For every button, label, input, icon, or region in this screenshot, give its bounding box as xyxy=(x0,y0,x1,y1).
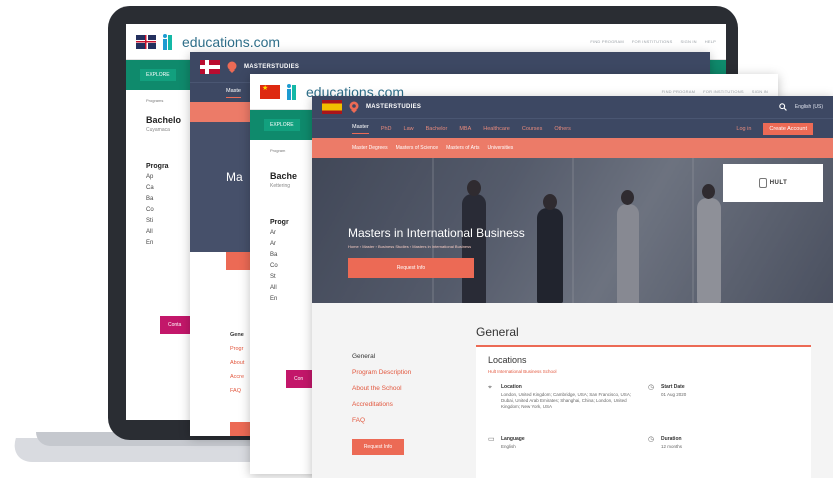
nav-item-mba[interactable]: MBA xyxy=(459,126,471,132)
nav-item-others[interactable]: Others xyxy=(554,126,571,132)
start-date-item: ◷ Start Date 01 Aug 2020 xyxy=(648,384,801,398)
china-flag-icon: ★ xyxy=(260,84,280,99)
location-item: ⌖ Location London, United Kingdom; Cambr… xyxy=(488,384,641,410)
educations-logo-text[interactable]: educations.com xyxy=(182,34,280,50)
locations-grid: ⌖ Location London, United Kingdom; Cambr… xyxy=(488,384,799,474)
locations-title: Locations xyxy=(488,355,527,365)
section-title: General xyxy=(476,325,519,339)
top-link[interactable]: FIND PROGRAM xyxy=(590,39,624,44)
start-date-value: 01 Aug 2020 xyxy=(661,392,687,397)
spain-flag-icon xyxy=(322,100,342,114)
create-account-button[interactable]: Create Account xyxy=(763,122,813,135)
ms-header: MASTERSTUDIES English (US) xyxy=(312,96,833,118)
hero-banner: HULT Masters in International Business H… xyxy=(312,158,833,303)
nav-item-master[interactable]: Master xyxy=(352,124,369,134)
masterstudies-logo-icon xyxy=(227,61,237,73)
norway-flag-icon xyxy=(200,60,220,74)
educations-logo-icon xyxy=(163,33,172,50)
top-link[interactable]: FOR INSTITUTIONS xyxy=(632,39,673,44)
side-nav-item[interactable]: FAQ xyxy=(230,388,244,402)
clock-icon: ◷ xyxy=(648,436,655,443)
login-link[interactable]: Log in xyxy=(736,126,751,132)
school-link[interactable]: Hult International Business School xyxy=(488,369,799,374)
window-masterstudies-es: MASTERSTUDIES English (US) Master PhD La… xyxy=(312,96,833,478)
header-right: English (US) xyxy=(779,103,823,111)
ms-brand[interactable]: MASTERSTUDIES xyxy=(244,64,299,70)
side-nav-item[interactable]: Progr xyxy=(230,346,244,360)
educations-logo-icon xyxy=(287,83,296,100)
school-logo: HULT xyxy=(758,178,788,188)
top-link[interactable]: FOR INSTITUTIONS xyxy=(703,89,744,94)
top-link[interactable]: SIGN IN xyxy=(680,39,696,44)
masterstudies-logo-icon xyxy=(349,101,359,113)
map-pin-icon: ⌖ xyxy=(488,384,492,391)
shield-icon xyxy=(758,178,767,188)
side-nav: Gene Progr About Accre FAQ xyxy=(230,332,244,402)
side-request-info-button[interactable]: Request Info xyxy=(352,439,404,455)
subnav-item[interactable]: Master Degrees xyxy=(352,145,388,151)
subnav-item[interactable]: Masters of Arts xyxy=(446,145,479,151)
side-nav-general[interactable]: General xyxy=(352,353,411,369)
language-icon: ▭ xyxy=(488,436,495,443)
locations-card: Locations Hult International Business Sc… xyxy=(476,347,811,478)
language-value: English xyxy=(501,444,516,449)
language-label: Language xyxy=(501,436,525,442)
school-logo-text: HULT xyxy=(769,180,788,186)
search-icon[interactable] xyxy=(779,103,787,111)
duration-label: Duration xyxy=(661,436,682,442)
side-nav-program-description[interactable]: Program Description xyxy=(352,369,411,385)
subnav-item[interactable]: Masters of Science xyxy=(396,145,439,151)
breadcrumb[interactable]: Home › Master › Business Studies › Maste… xyxy=(348,244,471,249)
top-links: FIND PROGRAM FOR INSTITUTIONS SIGN IN HE… xyxy=(590,39,716,44)
ms-subnav: Master Degrees Masters of Science Master… xyxy=(312,138,833,158)
ms-brand[interactable]: MASTERSTUDIES xyxy=(366,104,421,110)
side-nav-faq[interactable]: FAQ xyxy=(352,417,411,433)
stage: educations.com FIND PROGRAM FOR INSTITUT… xyxy=(0,0,833,478)
nav-item-bachelor[interactable]: Bachelor xyxy=(426,126,448,132)
nav-item-courses[interactable]: Courses xyxy=(522,126,542,132)
side-nav-item[interactable]: Accre xyxy=(230,374,244,388)
content-area: General General Program Description Abou… xyxy=(312,303,833,478)
side-nav-accreditations[interactable]: Accreditations xyxy=(352,401,411,417)
hero-title: Ma xyxy=(226,170,243,184)
side-nav-item[interactable]: About xyxy=(230,360,244,374)
ms-nav: Master PhD Law Bachelor MBA Healthcare C… xyxy=(312,118,833,138)
language-item: ▭ Language English xyxy=(488,436,641,450)
language-selector[interactable]: English (US) xyxy=(795,104,823,110)
school-logo-card[interactable]: HULT xyxy=(723,164,823,202)
duration-item: ◷ Duration 12 months xyxy=(648,436,801,450)
nav-item-healthcare[interactable]: Healthcare xyxy=(483,126,510,132)
side-nav: General Program Description About the Sc… xyxy=(352,353,411,433)
nav-item-law[interactable]: Law xyxy=(404,126,414,132)
top-links: FIND PROGRAM FOR INSTITUTIONS SIGN IN xyxy=(662,89,768,94)
subnav-item[interactable]: Universities xyxy=(487,145,513,151)
page-title: Masters in International Business xyxy=(348,226,525,240)
start-date-label: Start Date xyxy=(661,384,685,390)
top-link[interactable]: FIND PROGRAM xyxy=(662,89,696,94)
location-label: Location xyxy=(501,384,522,390)
top-link[interactable]: HELP xyxy=(705,39,716,44)
side-nav-item[interactable]: Gene xyxy=(230,332,244,346)
request-info-button[interactable]: Request Info xyxy=(348,258,474,278)
location-value: London, United Kingdom; Cambridge, USA; … xyxy=(501,392,632,409)
explore-button[interactable]: EXPLORE xyxy=(140,69,176,81)
clock-icon: ◷ xyxy=(648,384,655,391)
nav-item-phd[interactable]: PhD xyxy=(381,126,392,132)
top-link[interactable]: SIGN IN xyxy=(752,89,768,94)
duration-value: 12 months xyxy=(661,444,683,449)
nav-item[interactable]: Maste xyxy=(226,88,241,98)
explore-button[interactable]: EXPLORE xyxy=(264,119,300,131)
side-nav-about-school[interactable]: About the School xyxy=(352,385,411,401)
uk-flag-icon xyxy=(136,34,156,49)
